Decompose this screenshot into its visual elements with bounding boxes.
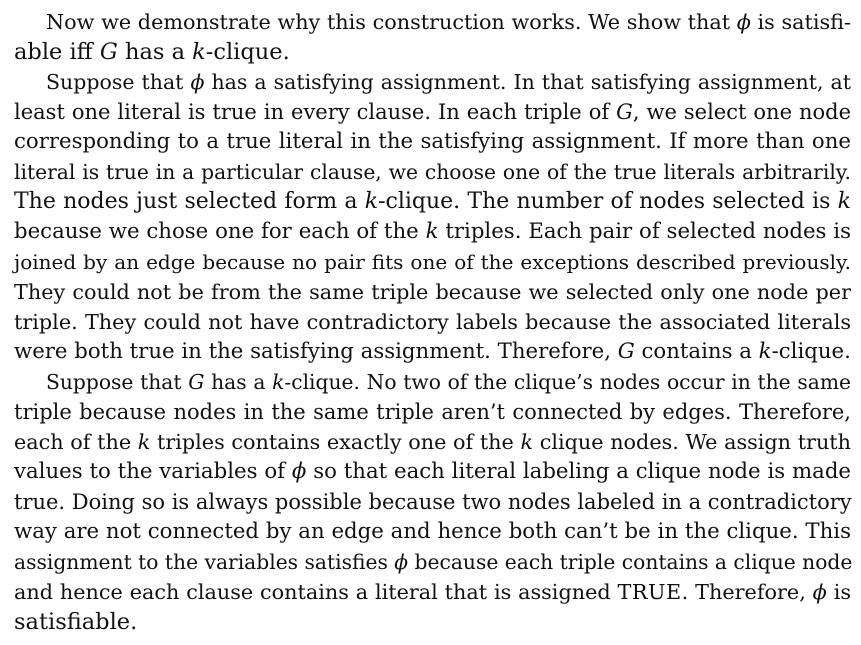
text-line: They could not be from the same triple b… (14, 280, 851, 304)
text-line: true. Doing so is always possible becaus… (14, 490, 852, 514)
text-line: way are not connected by an edge and hen… (14, 519, 851, 544)
text-line: and hence each clause contains a literal… (14, 580, 851, 604)
text-line: joined by an edge because no pair fits o… (14, 250, 851, 274)
text-line: literal is true in a particular clause, … (14, 160, 851, 184)
text-line: The nodes just selected form a k-clique.… (14, 189, 852, 214)
text-line: triple because nodes in the same triple … (14, 400, 851, 424)
text-line: Suppose that G has a k-clique. No two of… (46, 370, 852, 394)
text-line: assignment to the variables satisfies ϕ … (14, 550, 853, 574)
document-page: Now we demonstrate why this construction… (0, 0, 861, 645)
text-line: triple. They could not have contradictor… (14, 310, 851, 334)
text-line: satisfiable. (14, 609, 138, 635)
text-line: able iff G has a k-clique. (14, 39, 290, 65)
text-line: each of the k triples contains exactly o… (14, 430, 852, 454)
text-line: Suppose that ϕ has a satisfying assignme… (46, 70, 851, 94)
text-line: because we chose one for each of the k t… (14, 219, 851, 244)
text-line: least one literal is true in every claus… (14, 100, 852, 124)
text-line: corresponding to a true literal in the s… (14, 129, 851, 154)
text-line: values to the variables of ϕ so that eac… (14, 459, 851, 484)
text-line: Now we demonstrate why this construction… (46, 10, 851, 34)
text-line: were both true in the satisfying assignm… (14, 339, 851, 364)
